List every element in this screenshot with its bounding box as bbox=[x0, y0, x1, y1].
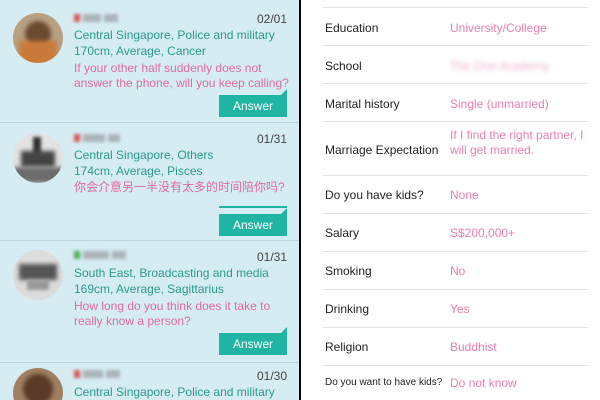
row-value: S$200,000+ bbox=[450, 226, 516, 240]
question-text: How long do you think does it take to re… bbox=[74, 299, 271, 328]
question-text: If your other half suddenly does not ans… bbox=[74, 61, 289, 90]
avatar[interactable] bbox=[13, 133, 63, 183]
profile-row-smoking: Smoking No bbox=[323, 252, 588, 290]
divider bbox=[323, 0, 588, 8]
list-item[interactable]: 01/30 Central Singapore, Police and mili… bbox=[0, 362, 299, 400]
message-date: 01/31 bbox=[256, 132, 287, 146]
profile-row-school: School The One Academy bbox=[323, 46, 588, 84]
height-build-sign: 174cm, Average, Pisces bbox=[74, 164, 203, 178]
row-value: Yes bbox=[450, 302, 470, 316]
profile-row-marital-history: Marital history Single (unmarried) bbox=[323, 84, 588, 122]
list-item[interactable]: 01/31 Central Singapore, Others 174cm, A… bbox=[0, 122, 299, 240]
answer-button[interactable]: Answer bbox=[219, 208, 287, 236]
avatar[interactable] bbox=[13, 250, 63, 300]
profile-row-want-kids: Do you want to have kids? Do not know bbox=[323, 366, 588, 400]
answer-button[interactable]: Answer bbox=[219, 89, 287, 117]
profile-row-salary: Salary S$200,000+ bbox=[323, 214, 588, 252]
answer-button[interactable]: Answer bbox=[219, 327, 287, 355]
avatar[interactable] bbox=[13, 368, 63, 400]
message-date: 01/30 bbox=[256, 369, 287, 383]
row-value: If I find the right partner, I will get … bbox=[450, 128, 584, 157]
row-label: Marriage Expectation bbox=[325, 143, 439, 157]
username-blurred bbox=[74, 250, 132, 260]
avatar[interactable] bbox=[13, 13, 63, 63]
row-label: Drinking bbox=[325, 302, 370, 316]
row-value: Buddhist bbox=[450, 340, 497, 354]
username-blurred bbox=[74, 369, 132, 379]
profile-row-have-kids: Do you have kids? None bbox=[323, 176, 588, 214]
divider bbox=[0, 122, 299, 123]
row-label: Salary bbox=[325, 226, 360, 240]
row-label: Religion bbox=[325, 340, 369, 354]
row-value: Single (unmarried) bbox=[450, 97, 549, 111]
location-occupation: Central Singapore, Others bbox=[74, 148, 214, 162]
question-list-panel: 02/01 Central Singapore, Police and mili… bbox=[0, 0, 299, 400]
profile-row-drinking: Drinking Yes bbox=[323, 290, 588, 328]
row-value: No bbox=[450, 264, 466, 278]
question-text: 你会介意另一半没有太多的时间陪你吗? bbox=[74, 180, 285, 194]
location-occupation: Central Singapore, Police and military bbox=[74, 28, 275, 42]
row-value: University/College bbox=[450, 21, 547, 35]
username-blurred bbox=[74, 133, 132, 143]
row-label: Smoking bbox=[325, 264, 372, 278]
height-build-sign: 170cm, Average, Cancer bbox=[74, 44, 206, 58]
profile-row-marriage-expectation: Marriage Expectation If I find the right… bbox=[323, 122, 588, 176]
list-item[interactable]: 02/01 Central Singapore, Police and mili… bbox=[0, 0, 299, 122]
row-value: None bbox=[450, 188, 479, 202]
message-date: 02/01 bbox=[256, 12, 287, 26]
message-date: 01/31 bbox=[256, 250, 287, 264]
row-label: Do you want to have kids? bbox=[325, 377, 443, 388]
row-value-blurred: The One Academy bbox=[450, 59, 550, 73]
row-value: Do not know bbox=[450, 376, 517, 390]
row-label: Marital history bbox=[325, 97, 400, 111]
row-label: Do you have kids? bbox=[325, 188, 424, 202]
location-occupation: South East, Broadcasting and media bbox=[74, 266, 269, 280]
profile-details-panel: Education University/College School The … bbox=[301, 0, 600, 400]
profile-row-education: Education University/College bbox=[323, 8, 588, 46]
row-label: Education bbox=[325, 21, 379, 35]
height-build-sign: 169cm, Average, Sagittarius bbox=[74, 282, 224, 296]
answer-button-edge bbox=[219, 206, 287, 208]
divider bbox=[0, 362, 299, 363]
row-label: School bbox=[325, 59, 362, 73]
location-occupation: Central Singapore, Police and military bbox=[74, 385, 275, 399]
divider bbox=[0, 240, 299, 241]
username-blurred bbox=[74, 13, 132, 23]
profile-row-religion: Religion Buddhist bbox=[323, 328, 588, 366]
list-item[interactable]: 01/31 South East, Broadcasting and media… bbox=[0, 240, 299, 362]
